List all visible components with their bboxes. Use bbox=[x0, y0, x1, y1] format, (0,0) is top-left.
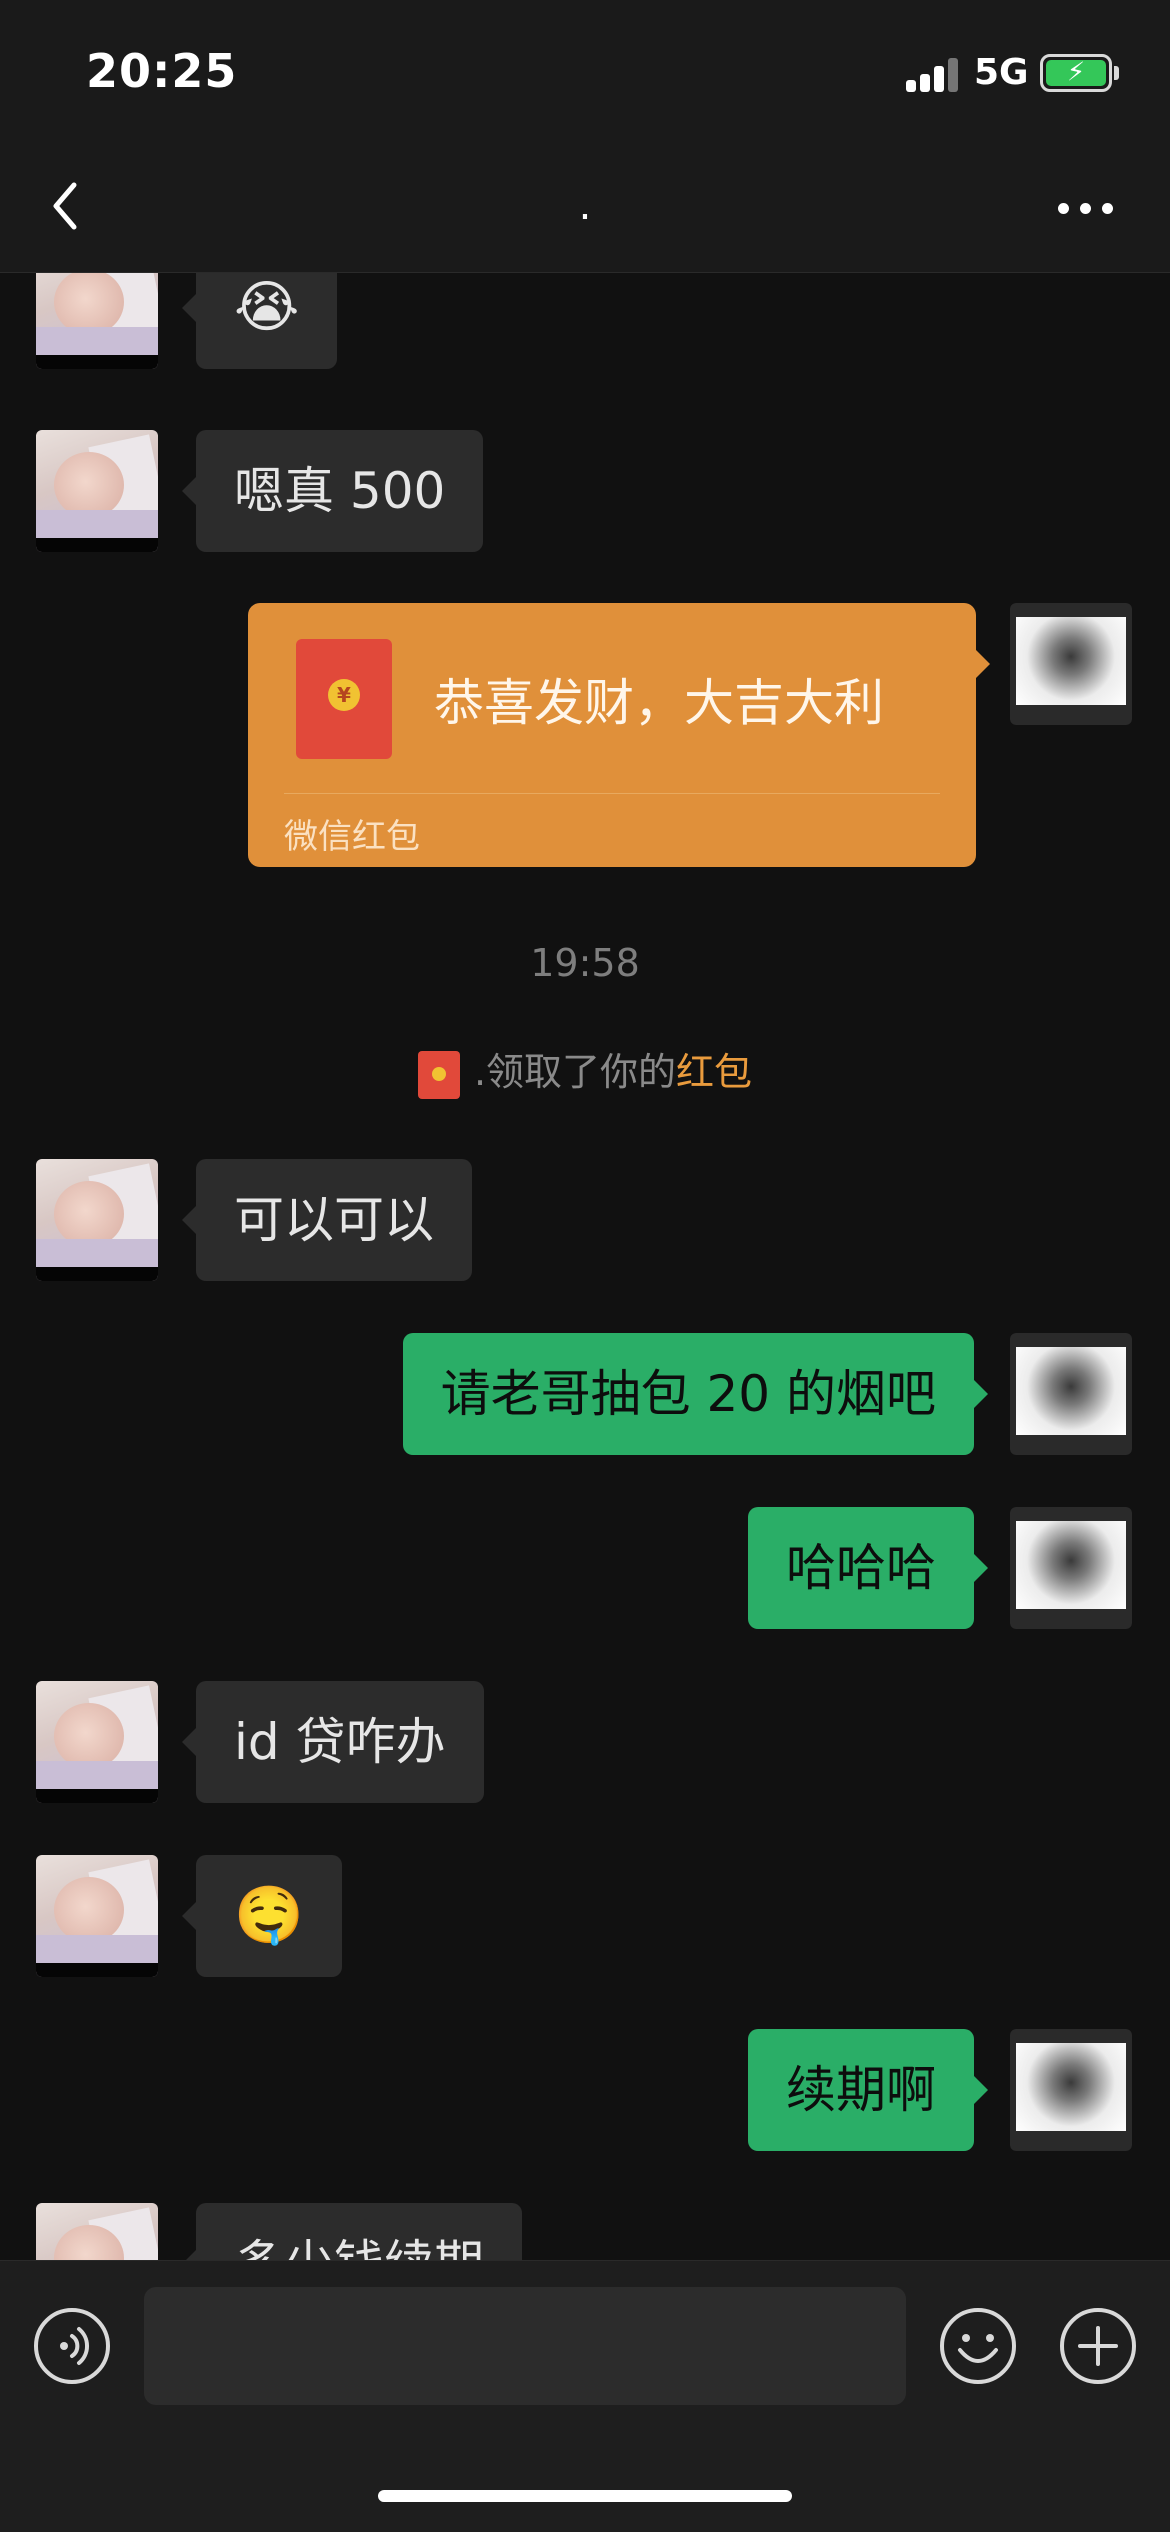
timestamp: 19:58 bbox=[530, 941, 640, 985]
message-bubble[interactable]: 哈哈哈 bbox=[748, 1507, 988, 1629]
my-avatar[interactable] bbox=[1010, 1507, 1132, 1629]
status-bar: 20:25 5G ⚡ bbox=[0, 0, 1170, 135]
emoji-icon: 🤤 bbox=[234, 1883, 304, 1948]
plus-button[interactable] bbox=[1058, 2306, 1138, 2386]
contact-avatar[interactable] bbox=[36, 430, 158, 552]
message-bubble[interactable]: 😭 bbox=[181, 273, 338, 369]
charging-bolt-icon: ⚡ bbox=[1066, 57, 1086, 88]
contact-avatar[interactable] bbox=[36, 273, 158, 369]
message-list[interactable]: 😭 嗯真 500 ¥ 恭喜发财，大吉大利 微信红包 19:58 .领取了你的红包 bbox=[0, 273, 1170, 2260]
signal-icon bbox=[906, 58, 960, 92]
plus-icon bbox=[1060, 2308, 1136, 2384]
battery-icon: ⚡ bbox=[1040, 54, 1112, 92]
contact-avatar[interactable] bbox=[36, 1855, 158, 1977]
red-packet-icon: ¥ bbox=[296, 639, 392, 759]
my-avatar[interactable] bbox=[1010, 1333, 1132, 1455]
nav-bar: . bbox=[0, 135, 1170, 273]
chat-title: . bbox=[578, 183, 592, 229]
yuan-coin-icon: ¥ bbox=[328, 679, 360, 711]
message-bubble[interactable]: 多少钱续期 bbox=[182, 2203, 522, 2260]
more-button[interactable] bbox=[1050, 183, 1120, 233]
message-bubble[interactable]: 可以可以 bbox=[182, 1159, 472, 1281]
voice-icon bbox=[34, 2308, 110, 2384]
contact-avatar[interactable] bbox=[36, 2203, 158, 2260]
battery-tip bbox=[1114, 66, 1119, 80]
system-notice: .领取了你的红包 bbox=[0, 1041, 1170, 1099]
red-packet-link[interactable]: 红包 bbox=[676, 1050, 752, 1094]
voice-button[interactable] bbox=[32, 2306, 112, 2386]
message-bubble[interactable]: 续期啊 bbox=[748, 2029, 988, 2151]
contact-avatar[interactable] bbox=[36, 1681, 158, 1803]
message-bubble[interactable]: id 贷咋办 bbox=[182, 1681, 484, 1803]
more-icon bbox=[1058, 203, 1069, 214]
notice-text: .领取了你的 bbox=[473, 1050, 677, 1094]
emoji-face-icon bbox=[940, 2308, 1016, 2384]
red-packet-label: 微信红包 bbox=[284, 817, 420, 857]
emoji-button[interactable] bbox=[938, 2306, 1018, 2386]
message-bubble[interactable]: 嗯真 500 bbox=[181, 430, 484, 552]
message-bubble[interactable]: 🤤 bbox=[182, 1855, 342, 1977]
emoji-icon: 😭 bbox=[234, 275, 300, 340]
wechat-chat-screen: 20:25 5G ⚡ . 😭 嗯真 500 ¥ 恭喜发财，大吉大利 微信红包 1… bbox=[0, 0, 1170, 2532]
contact-avatar[interactable] bbox=[36, 1159, 158, 1281]
red-packet-greeting: 恭喜发财，大吉大利 bbox=[434, 674, 884, 732]
red-packet-card[interactable]: ¥ 恭喜发财，大吉大利 微信红包 bbox=[248, 603, 990, 867]
divider bbox=[284, 793, 940, 794]
home-indicator[interactable] bbox=[378, 2490, 792, 2502]
network-type: 5G bbox=[974, 52, 1029, 93]
my-avatar[interactable] bbox=[1010, 603, 1132, 725]
status-time: 20:25 bbox=[86, 44, 238, 98]
message-input[interactable] bbox=[144, 2287, 906, 2405]
message-bubble[interactable]: 请老哥抽包 20 的烟吧 bbox=[402, 1333, 989, 1455]
my-avatar[interactable] bbox=[1010, 2029, 1132, 2151]
red-packet-icon bbox=[417, 1050, 460, 1099]
